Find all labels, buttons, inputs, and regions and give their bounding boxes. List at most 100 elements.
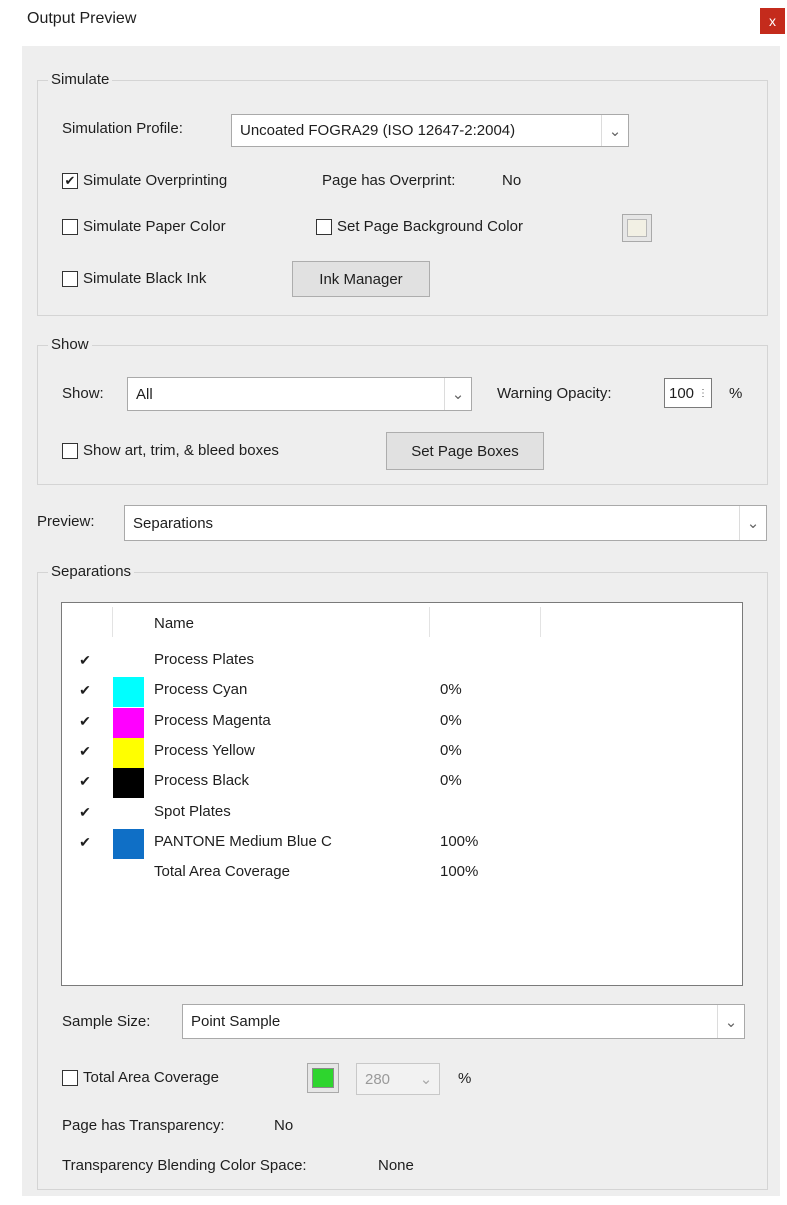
- window-title: Output Preview: [27, 10, 137, 27]
- check-icon[interactable]: ✔: [78, 683, 92, 697]
- simulate-paper-color-checkbox[interactable]: Simulate Paper Color: [62, 218, 226, 235]
- simulate-paper-color-label: Simulate Paper Color: [83, 218, 226, 235]
- preview-label: Preview:: [37, 513, 95, 530]
- spinner-icon[interactable]: ⋮: [698, 388, 708, 399]
- simulation-profile-select[interactable]: Uncoated FOGRA29 (ISO 12647-2:2004) ⌄: [231, 114, 629, 147]
- column-divider: [429, 607, 430, 637]
- separation-row[interactable]: ✔ Process Black 0%: [62, 768, 742, 799]
- separation-coverage: 0%: [440, 772, 462, 790]
- check-icon[interactable]: ✔: [78, 653, 92, 667]
- checkbox-box: [62, 1069, 78, 1086]
- ink-swatch: [113, 768, 144, 799]
- warning-opacity-label: Warning Opacity:: [497, 385, 612, 402]
- ink-swatch: [113, 737, 144, 768]
- simulate-black-ink-label: Simulate Black Ink: [83, 270, 207, 287]
- chevron-down-icon: ⌄: [444, 378, 471, 410]
- blending-space-value: None: [378, 1157, 414, 1174]
- checkbox-box: [62, 442, 78, 459]
- coverage-limit-select[interactable]: 280 ⌄: [356, 1063, 440, 1095]
- checkbox-box: ✔: [62, 172, 78, 189]
- coverage-percent: %: [458, 1070, 472, 1087]
- coverage-color-swatch[interactable]: [307, 1063, 339, 1093]
- separation-coverage: 0%: [440, 741, 462, 759]
- simulation-profile-value: Uncoated FOGRA29 (ISO 12647-2:2004): [240, 122, 516, 139]
- ink-swatch: [113, 677, 144, 708]
- chevron-down-icon: ⌄: [717, 1005, 744, 1038]
- chevron-down-icon: ⌄: [739, 506, 766, 540]
- check-icon[interactable]: ✔: [78, 744, 92, 758]
- show-label: Show:: [62, 385, 104, 402]
- column-divider: [112, 607, 113, 637]
- separation-name: Process Yellow: [154, 741, 255, 759]
- check-icon[interactable]: ✔: [78, 805, 92, 819]
- preview-select[interactable]: Separations ⌄: [124, 505, 767, 541]
- column-divider: [540, 607, 541, 637]
- separation-name: Process Cyan: [154, 681, 248, 699]
- separation-coverage: 0%: [440, 681, 462, 699]
- simulate-overprinting-checkbox[interactable]: ✔ Simulate Overprinting: [62, 172, 227, 189]
- chevron-down-icon: ⌄: [601, 115, 628, 146]
- close-icon: x: [769, 13, 776, 29]
- warning-opacity-input[interactable]: 100 ⋮: [664, 378, 712, 408]
- page-transparency-value: No: [274, 1117, 294, 1134]
- check-icon[interactable]: ✔: [78, 835, 92, 849]
- separation-row[interactable]: ✔ Process Cyan 0%: [62, 677, 742, 708]
- close-button[interactable]: x: [760, 8, 785, 34]
- simulate-legend: Simulate: [48, 71, 113, 88]
- separation-name: Process Black: [154, 772, 250, 790]
- separation-coverage: 100%: [440, 832, 479, 850]
- separation-row[interactable]: ✔ Process Magenta 0%: [62, 707, 742, 738]
- set-page-background-color-checkbox[interactable]: Set Page Background Color: [316, 218, 523, 235]
- checkbox-box: [316, 218, 332, 235]
- preview-value: Separations: [133, 514, 214, 532]
- sample-size-value: Point Sample: [191, 1013, 281, 1030]
- page-overprint-label: Page has Overprint:: [322, 172, 456, 189]
- total-area-coverage-checkbox[interactable]: Total Area Coverage: [62, 1069, 219, 1086]
- show-value: All: [136, 385, 153, 403]
- ink-manager-button[interactable]: Ink Manager: [292, 261, 430, 297]
- separation-row[interactable]: ✔ Process Plates: [62, 647, 742, 677]
- ink-swatch: [113, 828, 144, 859]
- coverage-limit-value: 280: [365, 1070, 391, 1088]
- blending-space-label: Transparency Blending Color Space:: [62, 1157, 307, 1174]
- show-legend: Show: [48, 336, 92, 353]
- simulate-black-ink-checkbox[interactable]: Simulate Black Ink: [62, 270, 206, 287]
- checkbox-box: [62, 218, 78, 235]
- separation-name: Total Area Coverage: [154, 863, 290, 881]
- ink-swatch: [113, 707, 144, 738]
- simulate-overprinting-label: Simulate Overprinting: [83, 172, 228, 189]
- separation-row[interactable]: ✔ Spot Plates: [62, 799, 742, 829]
- sample-size-select[interactable]: Point Sample ⌄: [182, 1004, 745, 1039]
- show-boxes-checkbox[interactable]: Show art, trim, & bleed boxes: [62, 442, 279, 459]
- color-swatch-icon: [627, 219, 647, 237]
- simulation-profile-label: Simulation Profile:: [62, 120, 183, 137]
- warning-opacity-value: 100: [669, 384, 695, 402]
- total-area-coverage-label: Total Area Coverage: [83, 1069, 219, 1086]
- warning-opacity-percent: %: [729, 385, 743, 402]
- separation-name: Spot Plates: [154, 802, 231, 820]
- column-header-name[interactable]: Name: [154, 615, 194, 632]
- check-icon[interactable]: ✔: [78, 714, 92, 728]
- checkbox-box: [62, 270, 78, 287]
- separation-row[interactable]: ✔ Process Yellow 0%: [62, 737, 742, 768]
- separations-list[interactable]: Name ✔ Process Plates ✔ Process Cyan 0% ✔ Proc…: [61, 602, 743, 986]
- page-overprint-value: No: [502, 172, 522, 189]
- sample-size-label: Sample Size:: [62, 1013, 151, 1030]
- separation-name: PANTONE Medium Blue C: [154, 832, 332, 850]
- chevron-down-icon: ⌄: [419, 1071, 433, 1088]
- page-background-color-swatch[interactable]: [622, 214, 652, 242]
- separation-name: Process Magenta: [154, 711, 271, 729]
- set-page-background-color-label: Set Page Background Color: [337, 218, 523, 235]
- show-select[interactable]: All ⌄: [127, 377, 472, 411]
- color-swatch-icon: [312, 1068, 334, 1088]
- separation-row[interactable]: Total Area Coverage 100%: [62, 859, 742, 889]
- separation-coverage: 100%: [440, 863, 479, 881]
- set-page-boxes-button[interactable]: Set Page Boxes: [386, 432, 544, 470]
- page-transparency-label: Page has Transparency:: [62, 1117, 225, 1134]
- check-icon[interactable]: ✔: [78, 774, 92, 788]
- separations-legend: Separations: [48, 563, 135, 580]
- show-boxes-label: Show art, trim, & bleed boxes: [83, 442, 279, 459]
- separation-row[interactable]: ✔ PANTONE Medium Blue C 100%: [62, 828, 742, 859]
- separation-name: Process Plates: [154, 651, 255, 668]
- separation-coverage: 0%: [440, 711, 462, 729]
